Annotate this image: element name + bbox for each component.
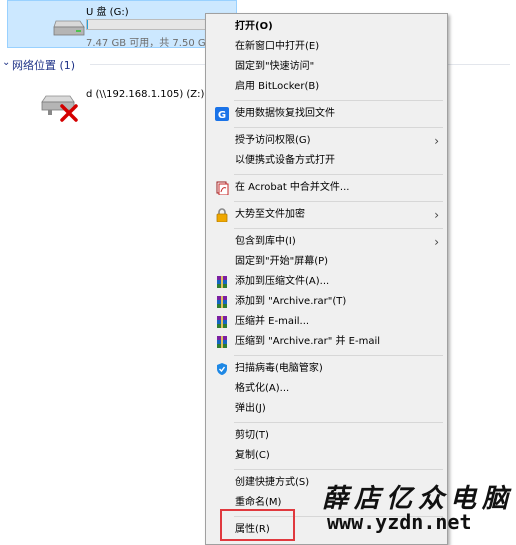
menu-separator	[234, 469, 443, 470]
winrar-icon	[217, 336, 227, 348]
group-title: 网络位置 (1)	[12, 59, 76, 72]
menu-item-cut[interactable]: 剪切(T)	[208, 426, 445, 446]
menu-separator	[234, 201, 443, 202]
winrar-icon	[217, 276, 227, 288]
menu-item-compress-email[interactable]: 压缩并 E-mail...	[208, 312, 445, 332]
shield-icon	[217, 363, 227, 375]
winrar-icon	[217, 296, 227, 308]
drive-capacity-fill	[87, 20, 89, 29]
lock-icon	[216, 208, 228, 222]
menu-separator	[234, 100, 443, 101]
menu-item-copy[interactable]: 复制(C)	[208, 446, 445, 466]
menu-item-include-library[interactable]: 包含到库中(I) ›	[208, 232, 445, 252]
menu-item-data-recovery[interactable]: G 使用数据恢复找回文件	[208, 104, 445, 124]
disconnected-network-drive-icon[interactable]	[40, 92, 84, 122]
context-menu: 打开(O) 在新窗口中打开(E) 固定到"快速访问" 启用 BitLocker(…	[205, 13, 448, 545]
watermark-url: www.yzdn.net	[327, 510, 472, 534]
menu-item-encrypt[interactable]: 大势至文件加密 ›	[208, 205, 445, 225]
chevron-right-icon: ›	[434, 208, 439, 222]
drive-name: U 盘 (G:)	[86, 7, 129, 18]
menu-separator	[234, 228, 443, 229]
properties-highlight-box	[220, 509, 295, 541]
svg-text:G: G	[218, 110, 226, 121]
menu-item-open-new-window[interactable]: 在新窗口中打开(E)	[208, 37, 445, 57]
winrar-icon	[217, 316, 227, 328]
menu-item-open-portable[interactable]: 以便携式设备方式打开	[208, 151, 445, 171]
menu-item-compress-rar-email[interactable]: 压缩到 "Archive.rar" 并 E-mail	[208, 332, 445, 352]
menu-item-scan-virus[interactable]: 扫描病毒(电脑管家)	[208, 359, 445, 379]
drive-free-space: 7.47 GB 可用，共 7.50 GB	[86, 38, 213, 49]
menu-separator	[234, 174, 443, 175]
menu-item-open[interactable]: 打开(O)	[208, 17, 445, 37]
menu-item-pin-quick-access[interactable]: 固定到"快速访问"	[208, 57, 445, 77]
menu-item-bitlocker[interactable]: 启用 BitLocker(B)	[208, 77, 445, 97]
menu-item-add-archive[interactable]: 添加到压缩文件(A)...	[208, 272, 445, 292]
menu-item-pin-start[interactable]: 固定到"开始"屏幕(P)	[208, 252, 445, 272]
menu-item-acrobat-merge[interactable]: 在 Acrobat 中合并文件...	[208, 178, 445, 198]
acrobat-icon	[216, 181, 229, 195]
recovery-g-icon: G	[215, 107, 229, 121]
menu-separator	[234, 127, 443, 128]
menu-item-give-access[interactable]: 授予访问权限(G) ›	[208, 131, 445, 151]
menu-item-format[interactable]: 格式化(A)...	[208, 379, 445, 399]
usb-drive-icon	[53, 20, 85, 36]
menu-separator	[234, 422, 443, 423]
chevron-down-icon[interactable]: ⌄	[2, 57, 10, 68]
menu-separator	[234, 355, 443, 356]
chevron-right-icon: ›	[434, 235, 439, 249]
menu-item-add-archive-rar[interactable]: 添加到 "Archive.rar"(T)	[208, 292, 445, 312]
chevron-right-icon: ›	[434, 134, 439, 148]
network-drive-name: d (\\192.168.1.105) (Z:)	[86, 89, 205, 100]
menu-item-eject[interactable]: 弹出(J)	[208, 399, 445, 419]
